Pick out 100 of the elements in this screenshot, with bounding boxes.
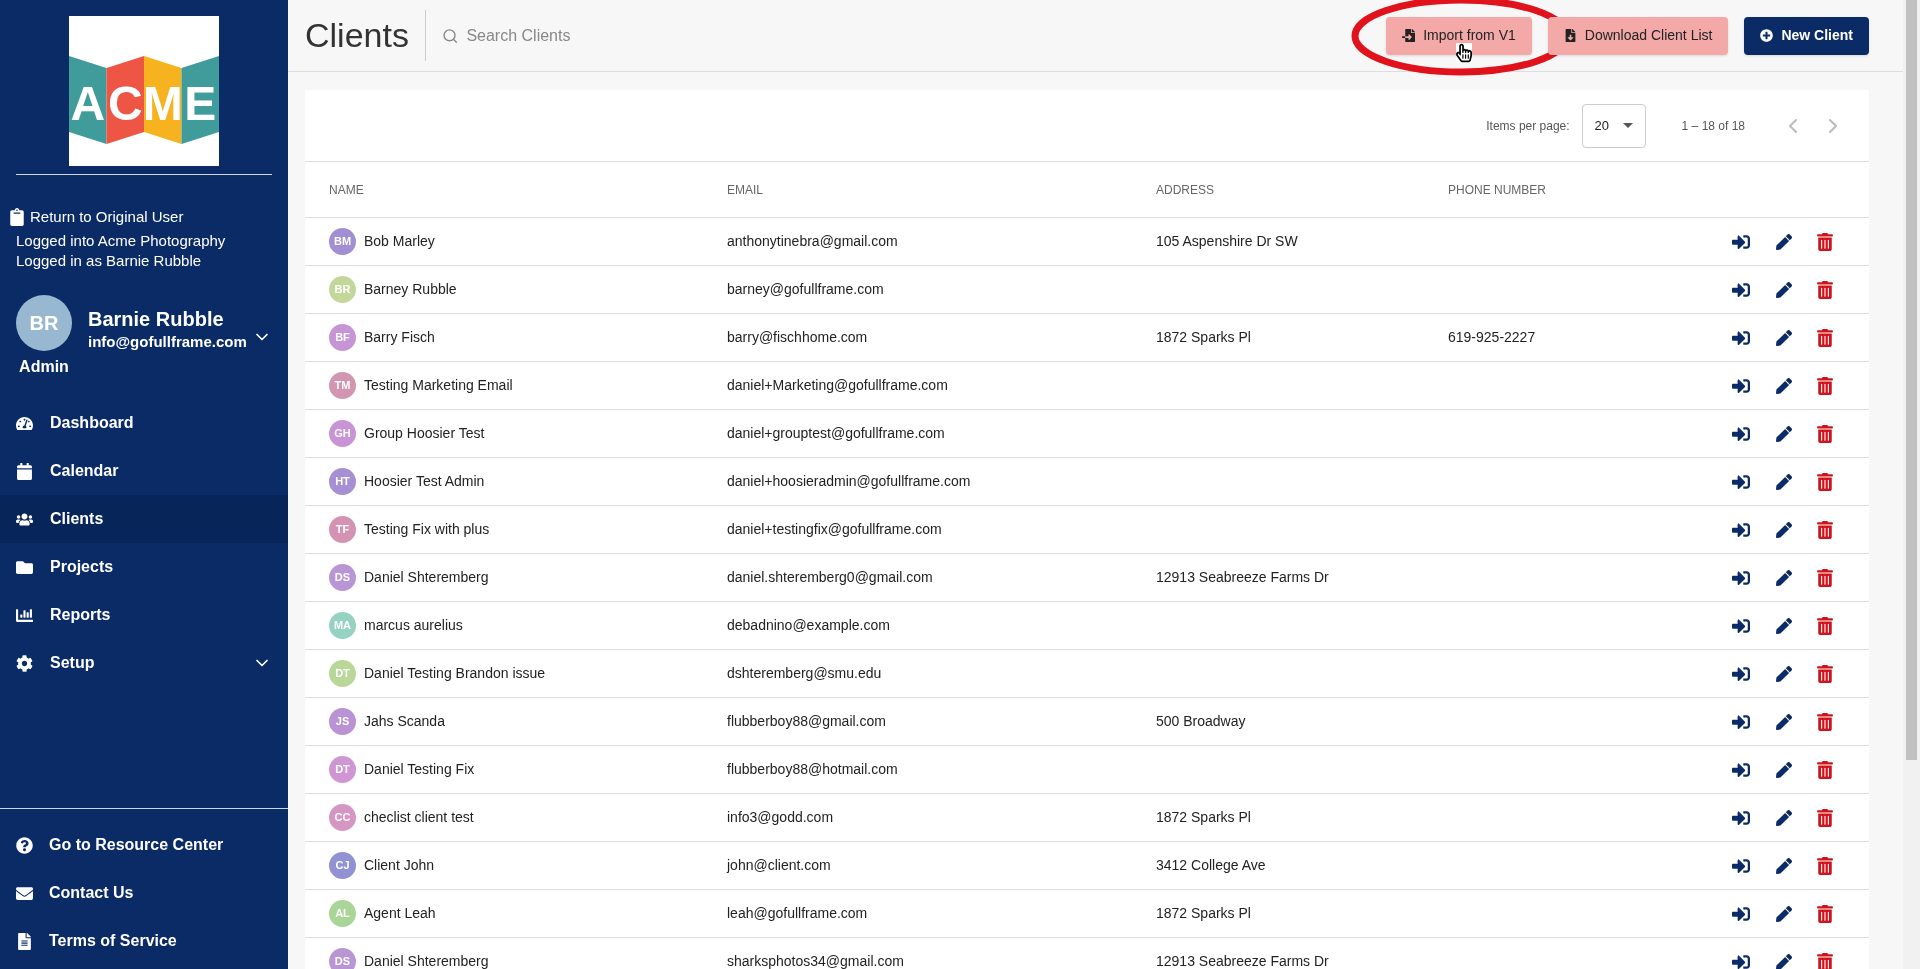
column-header: ADDRESS: [1156, 181, 1215, 199]
sign-in-icon[interactable]: [1731, 472, 1751, 491]
nav-item[interactable]: Clients: [0, 495, 288, 543]
column-header: PHONE NUMBER: [1448, 181, 1547, 199]
settings-icon: [16, 654, 33, 672]
client-email: leah@gofullframe.com: [727, 904, 869, 923]
client-avatar: AL: [329, 900, 356, 927]
edit-icon[interactable]: [1776, 569, 1792, 586]
delete-icon[interactable]: [1817, 568, 1833, 587]
edit-icon[interactable]: [1776, 953, 1792, 969]
scrollbar[interactable]: [1903, 0, 1920, 969]
sign-in-icon[interactable]: [1731, 424, 1751, 443]
edit-icon[interactable]: [1776, 329, 1792, 346]
nav-item[interactable]: Projects: [0, 543, 288, 591]
header-button[interactable]: New Client: [1744, 16, 1869, 55]
client-email: flubberboy88@gmail.com: [727, 712, 887, 731]
delete-icon[interactable]: [1817, 424, 1833, 443]
sign-in-icon[interactable]: [1731, 856, 1751, 875]
client-name: Hoosier Test Admin: [364, 472, 485, 491]
acme-logo: ACME: [69, 16, 219, 166]
delete-icon[interactable]: [1817, 328, 1833, 347]
client-email: info3@godd.com: [727, 808, 835, 827]
footer-link[interactable]: Contact Us: [0, 869, 288, 917]
footer-link[interactable]: Go to Resource Center: [0, 821, 288, 869]
client-name: Daniel Shteremberg: [364, 568, 489, 587]
logged-into-text: Logged into Acme Photography: [15, 231, 227, 251]
edit-icon[interactable]: [1776, 617, 1792, 634]
edit-icon[interactable]: [1776, 377, 1792, 394]
dropdown-caret-icon: [1622, 123, 1633, 128]
nav-item[interactable]: Calendar: [0, 447, 288, 495]
bar-chart-icon: [16, 606, 33, 624]
edit-icon[interactable]: [1776, 425, 1792, 442]
sign-in-icon[interactable]: [1731, 232, 1751, 251]
delete-icon[interactable]: [1817, 616, 1833, 635]
client-name: Barney Rubble: [364, 280, 457, 299]
client-address: 1872 Sparks Pl: [1156, 328, 1252, 347]
client-email: barry@fischhome.com: [727, 328, 869, 347]
client-avatar: DT: [329, 756, 356, 783]
edit-icon[interactable]: [1776, 233, 1792, 250]
delete-icon[interactable]: [1817, 376, 1833, 395]
sign-in-icon[interactable]: [1731, 328, 1751, 347]
client-avatar: JS: [329, 708, 356, 735]
column-header: EMAIL: [727, 181, 764, 199]
delete-icon[interactable]: [1817, 808, 1833, 827]
sign-in-icon[interactable]: [1731, 616, 1751, 635]
nav-item[interactable]: Reports: [0, 591, 288, 639]
sign-in-icon[interactable]: [1731, 520, 1751, 539]
client-name: Jahs Scanda: [364, 712, 445, 731]
client-name: checlist client test: [364, 808, 474, 827]
footer-link[interactable]: Terms of Service: [0, 917, 288, 965]
sign-in-icon[interactable]: [1731, 760, 1751, 779]
edit-icon[interactable]: [1776, 521, 1792, 538]
client-email: john@client.com: [727, 856, 832, 875]
client-email: anthonytinebra@gmail.com: [727, 232, 899, 251]
delete-icon[interactable]: [1817, 664, 1833, 683]
user-email: info@gofullframe.com: [88, 332, 248, 352]
delete-icon[interactable]: [1817, 952, 1833, 969]
sign-in-icon[interactable]: [1731, 904, 1751, 923]
client-name: marcus aurelius: [364, 616, 463, 635]
search-field[interactable]: Search Clients: [466, 23, 726, 48]
edit-icon[interactable]: [1776, 665, 1792, 682]
user-avatar: BR: [16, 295, 72, 351]
delete-icon[interactable]: [1817, 856, 1833, 875]
sign-in-icon[interactable]: [1731, 808, 1751, 827]
nav-item[interactable]: Setup: [0, 639, 288, 687]
edit-icon[interactable]: [1776, 905, 1792, 922]
nav-item[interactable]: Dashboard: [0, 399, 288, 447]
delete-icon[interactable]: [1817, 280, 1833, 299]
edit-icon[interactable]: [1776, 281, 1792, 298]
per-page-select[interactable]: 20: [1581, 103, 1646, 148]
sign-in-icon[interactable]: [1731, 376, 1751, 395]
client-email: dshteremberg@smu.edu: [727, 664, 883, 683]
delete-icon[interactable]: [1817, 520, 1833, 539]
client-name: Group Hoosier Test: [364, 424, 485, 443]
sign-in-icon[interactable]: [1731, 280, 1751, 299]
user-name: Barnie Rubble: [88, 307, 225, 331]
sign-in-icon[interactable]: [1731, 952, 1751, 969]
sign-in-icon[interactable]: [1731, 712, 1751, 731]
delete-icon[interactable]: [1817, 232, 1833, 251]
header-button[interactable]: Download Client List: [1547, 16, 1729, 55]
edit-icon[interactable]: [1776, 761, 1792, 778]
client-email: barney@gofullframe.com: [727, 280, 885, 299]
gauge-icon: [16, 414, 33, 432]
edit-icon[interactable]: [1776, 713, 1792, 730]
delete-icon[interactable]: [1817, 904, 1833, 923]
header-button[interactable]: Import from V1: [1386, 16, 1532, 55]
delete-icon[interactable]: [1817, 712, 1833, 731]
sign-in-icon[interactable]: [1731, 568, 1751, 587]
edit-icon[interactable]: [1776, 473, 1792, 490]
delete-icon[interactable]: [1817, 760, 1833, 779]
edit-icon[interactable]: [1776, 809, 1792, 826]
client-name: Agent Leah: [364, 904, 436, 923]
return-link[interactable]: Return to Original User: [8, 207, 280, 227]
client-avatar: TM: [329, 372, 356, 399]
edit-icon[interactable]: [1776, 857, 1792, 874]
delete-icon[interactable]: [1817, 472, 1833, 491]
client-address: 105 Aspenshire Dr SW: [1156, 232, 1299, 251]
sign-in-icon[interactable]: [1731, 664, 1751, 683]
client-avatar: HT: [329, 468, 356, 495]
client-avatar: BF: [329, 324, 356, 351]
